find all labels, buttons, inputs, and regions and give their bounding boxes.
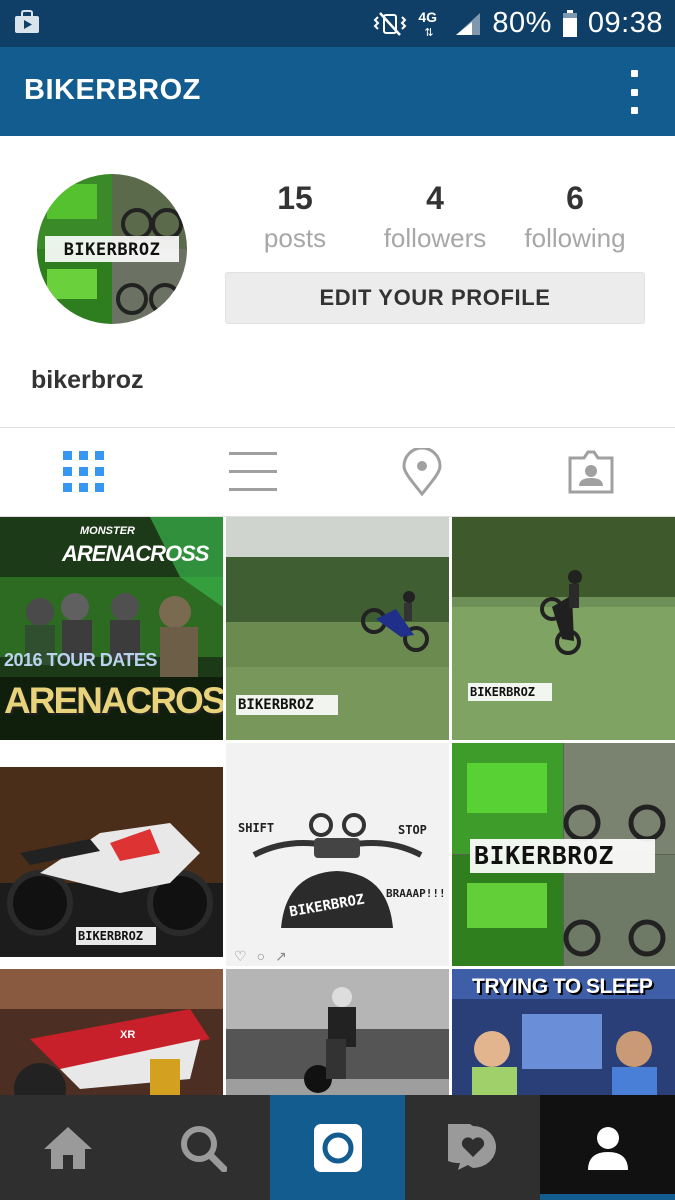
post-caption: BIKERBROZ xyxy=(474,841,614,870)
tab-tagged[interactable] xyxy=(506,428,675,516)
grid-icon xyxy=(63,451,105,492)
post-caption: BIKERBROZ xyxy=(470,685,536,699)
tagged-person-icon xyxy=(568,450,614,494)
poster-brand: MONSTER xyxy=(80,525,135,537)
post-actions: ♡ ○ ↗ xyxy=(234,948,287,965)
tab-grid[interactable] xyxy=(0,428,169,516)
search-icon xyxy=(180,1125,227,1172)
avatar-text: BIKERBROZ xyxy=(63,240,161,260)
post-image xyxy=(0,969,223,1095)
post-thumbnail[interactable]: BIKERBROZ xyxy=(452,517,675,740)
post-thumbnail[interactable]: BIKERBROZ xyxy=(226,517,449,740)
poster-title: ARENACROSS xyxy=(62,541,209,566)
share-icon[interactable]: ↗ xyxy=(275,948,287,965)
nav-home[interactable] xyxy=(0,1095,135,1200)
overflow-menu-icon[interactable] xyxy=(627,70,641,114)
following-count: 6 xyxy=(566,180,584,216)
poster-dates: 2016 TOUR DATES xyxy=(4,650,157,670)
bike-badge: XR xyxy=(120,1029,136,1041)
post-thumbnail[interactable]: SHIFT STOP BRAAAP!!! BIKERBROZ ♡ ○ ↗ xyxy=(226,743,449,966)
battery-percent: 80% xyxy=(492,7,552,39)
followers-stat[interactable]: 4 followers xyxy=(365,178,505,256)
profile-username: bikerbroz xyxy=(31,366,144,394)
profile-header: BIKERBROZ 15 posts 4 followers 6 followi… xyxy=(0,136,675,426)
battery-icon xyxy=(562,9,577,37)
handlebar-left-note: SHIFT xyxy=(238,821,275,835)
app-bar: BIKERBROZ xyxy=(0,47,675,136)
signal-icon xyxy=(456,12,481,35)
following-label: following xyxy=(524,223,626,253)
post-image xyxy=(226,969,449,1095)
app-title: BIKERBROZ xyxy=(24,74,201,106)
location-pin-icon xyxy=(402,448,442,496)
clock: 09:38 xyxy=(587,7,663,39)
nav-profile[interactable] xyxy=(540,1095,675,1200)
post-image xyxy=(226,743,449,966)
post-image xyxy=(452,517,675,740)
handlebar-sound: BRAAAP!!! xyxy=(386,887,446,900)
edit-profile-button[interactable]: EDIT YOUR PROFILE xyxy=(225,272,645,324)
post-caption: BIKERBROZ xyxy=(78,929,144,943)
profile-stats: 15 posts 4 followers 6 following xyxy=(225,178,645,256)
posts-stat[interactable]: 15 posts xyxy=(225,178,365,256)
posts-count: 15 xyxy=(277,180,313,216)
avatar[interactable]: BIKERBROZ xyxy=(37,174,187,324)
status-bar: 4G ⇅ 80% 09:38 xyxy=(0,0,675,47)
post-caption: BIKERBROZ xyxy=(238,697,314,713)
profile-view-tabs xyxy=(0,427,675,517)
home-icon xyxy=(43,1126,92,1169)
photo-grid: MONSTER ARENACROSS 2016 TOUR DATES ARENA… xyxy=(0,517,675,1095)
camera-icon xyxy=(313,1123,362,1172)
comment-icon[interactable]: ○ xyxy=(257,948,265,965)
vibrate-mute-icon xyxy=(373,11,407,36)
post-thumbnail[interactable]: BIKERBROZ xyxy=(452,743,675,966)
bottom-navigation xyxy=(0,1095,675,1200)
nav-camera[interactable] xyxy=(270,1095,405,1200)
post-thumbnail[interactable]: MONSTER ARENACROSS 2016 TOUR DATES ARENA… xyxy=(0,517,223,740)
network-type-label: 4G xyxy=(418,8,438,25)
following-stat[interactable]: 6 following xyxy=(505,178,645,256)
post-thumbnail[interactable]: BIKERBROZ xyxy=(0,743,223,966)
post-thumbnail[interactable]: XR xyxy=(0,969,223,1095)
handlebar-right-note: STOP xyxy=(398,823,427,837)
tab-map[interactable] xyxy=(338,428,507,516)
posts-label: posts xyxy=(263,223,327,253)
post-caption: TRYING TO SLEEP xyxy=(472,975,653,998)
activity-heart-icon xyxy=(447,1123,496,1170)
list-icon xyxy=(229,452,278,491)
poster-logo: ARENACROSS xyxy=(4,680,223,721)
tab-list[interactable] xyxy=(169,428,338,516)
nav-search[interactable] xyxy=(135,1095,270,1200)
post-thumbnail[interactable]: TRYING TO SLEEP xyxy=(452,969,675,1095)
followers-count: 4 xyxy=(426,180,444,216)
post-thumbnail[interactable] xyxy=(226,969,449,1095)
nav-activity[interactable] xyxy=(405,1095,540,1200)
store-notification-icon xyxy=(15,10,39,33)
like-icon[interactable]: ♡ xyxy=(234,948,247,965)
network-4g-icon: 4G ⇅ xyxy=(418,8,438,39)
profile-icon xyxy=(587,1126,628,1170)
followers-label: followers xyxy=(383,223,487,253)
